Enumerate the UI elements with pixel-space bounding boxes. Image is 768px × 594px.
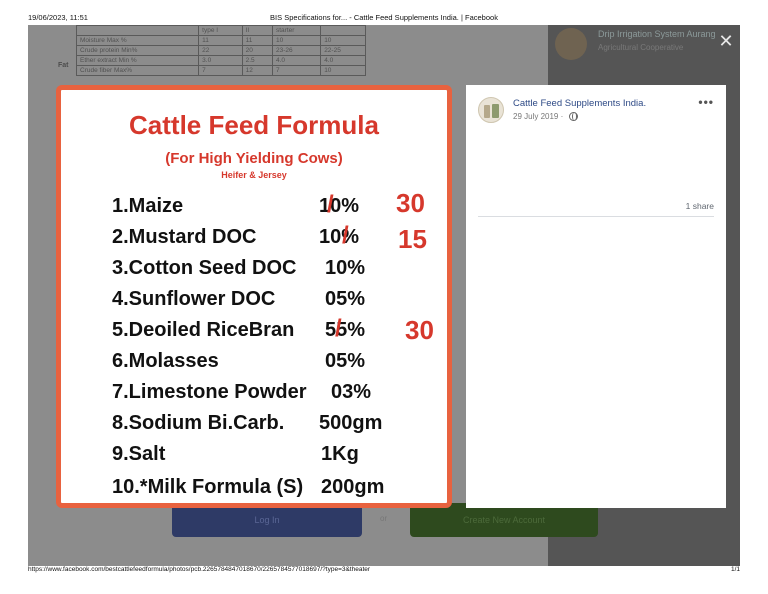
or-separator: or [380, 514, 388, 523]
background-page-category: Agricultural Cooperative [598, 43, 684, 52]
ingredient-name: 1.Maize [112, 195, 184, 217]
table-cell: 12 [241, 65, 274, 76]
handwritten-note: 30 [396, 188, 425, 218]
ingredient-amount: 200gm [321, 476, 385, 498]
table-cell: Crude protein Min% [75, 45, 200, 56]
table-cell: 10 [320, 35, 366, 46]
ingredient-name: 6.Molasses [112, 350, 219, 372]
table-cell: 4.0 [320, 55, 366, 66]
divider [478, 216, 714, 217]
ingredient-name: 9.Salt [112, 443, 166, 465]
login-button[interactable]: Log In [172, 503, 362, 537]
ingredient-amount: 1Kg [321, 443, 359, 465]
ingredient-name: 4.Sunflower DOC [112, 288, 276, 310]
ingredient-name: 2.Mustard DOC [112, 226, 257, 248]
print-page-number: 1/1 [730, 566, 740, 573]
table-cell: type I [198, 25, 243, 36]
ingredient-name: 5.Deoiled RiceBran [112, 319, 295, 341]
bg-fat-label: Fat [58, 62, 69, 69]
table-cell: 7 [271, 65, 322, 76]
strike-mark: / [327, 191, 334, 218]
table-row: Ether extract Min % 3.0 2.5 4.0 4.0 [75, 55, 366, 66]
table-cell: 11 [198, 35, 243, 46]
close-icon[interactable]: ✕ [718, 32, 734, 50]
print-footer: https://www.facebook.com/bestcattlefeedf… [28, 566, 740, 576]
print-title: BIS Specifications for... - Cattle Feed … [270, 13, 498, 22]
ingredient-amount: 500gm [319, 412, 383, 434]
ingredient-name: 7.Limestone Powder [112, 381, 307, 403]
poster-title: Cattle Feed Formula [129, 110, 379, 140]
more-options-icon[interactable]: ••• [698, 95, 714, 109]
table-cell: 23-26 [271, 45, 322, 56]
table-cell: Crude fiber Max% [75, 65, 200, 76]
ingredient-amount: 03% [331, 381, 372, 403]
table-row: Crude fiber Max% 7 12 7 10 [75, 65, 366, 76]
background-avatar [555, 28, 587, 60]
poster-subtitle: (For High Yielding Cows) [165, 150, 343, 167]
table-cell: 11 [241, 35, 274, 46]
page-avatar[interactable] [478, 97, 504, 123]
table-row: type I II starter [75, 25, 366, 36]
table-cell: 3.0 [198, 55, 243, 66]
poster-breeds: Heifer & Jersey [221, 170, 287, 180]
background-table: type I II starter Moisture Max % 11 11 1… [75, 25, 366, 76]
handwritten-note: 15 [398, 224, 427, 254]
table-cell: 10 [320, 65, 366, 76]
table-cell: Moisture Max % [75, 35, 200, 46]
ingredient-name: 10.*Milk Formula (S) [112, 476, 304, 498]
strike-mark: / [342, 222, 349, 249]
photo-image[interactable]: Cattle Feed Formula (For High Yielding C… [56, 85, 452, 508]
table-cell [320, 25, 366, 36]
ingredient-amount: 05% [325, 288, 366, 310]
table-cell: 22 [198, 45, 243, 56]
table-cell: 22-25 [320, 45, 366, 56]
table-cell: 2.5 [241, 55, 274, 66]
globe-icon [569, 112, 578, 121]
printed-page: 19/06/2023, 11:51 BIS Specifications for… [0, 0, 768, 594]
table-cell: II [241, 25, 274, 36]
table-cell: 7 [198, 65, 243, 76]
ingredient-amount: 10% [319, 195, 360, 217]
table-cell [75, 25, 200, 36]
ingredient-amount: 10% [319, 226, 360, 248]
table-cell: Ether extract Min % [75, 55, 200, 66]
table-row: Crude protein Min% 22 20 23-26 22-25 [75, 45, 366, 56]
ingredient-amount: 05% [325, 350, 366, 372]
table-row: Moisture Max % 11 11 10 10 [75, 35, 366, 46]
table-cell: 20 [241, 45, 274, 56]
table-cell: 10 [271, 35, 322, 46]
print-header: 19/06/2023, 11:51 BIS Specifications for… [28, 13, 740, 25]
handwritten-note: 30 [405, 315, 434, 345]
page-name-link[interactable]: Cattle Feed Supplements India. [513, 98, 646, 109]
table-cell: starter [271, 25, 322, 36]
print-url: https://www.facebook.com/bestcattlefeedf… [28, 566, 371, 573]
post-info-panel: Cattle Feed Supplements India. 29 July 2… [466, 85, 726, 508]
ingredient-name: 3.Cotton Seed DOC [112, 257, 297, 279]
ingredient-amount: 10% [325, 257, 366, 279]
table-cell: 4.0 [271, 55, 322, 66]
ingredient-name: 8.Sodium Bi.Carb. [112, 412, 285, 434]
strike-mark: / [335, 315, 342, 342]
share-count[interactable]: 1 share [686, 201, 714, 211]
background-page-name: Drip Irrigation System Aurang [598, 29, 716, 39]
ingredient-amount: 55% [325, 319, 366, 341]
photo-viewer-screen: Fat type I II starter Moisture Max % 11 … [28, 25, 740, 566]
create-account-button[interactable]: Create New Account [410, 503, 598, 537]
post-date[interactable]: 29 July 2019 · [513, 112, 563, 121]
